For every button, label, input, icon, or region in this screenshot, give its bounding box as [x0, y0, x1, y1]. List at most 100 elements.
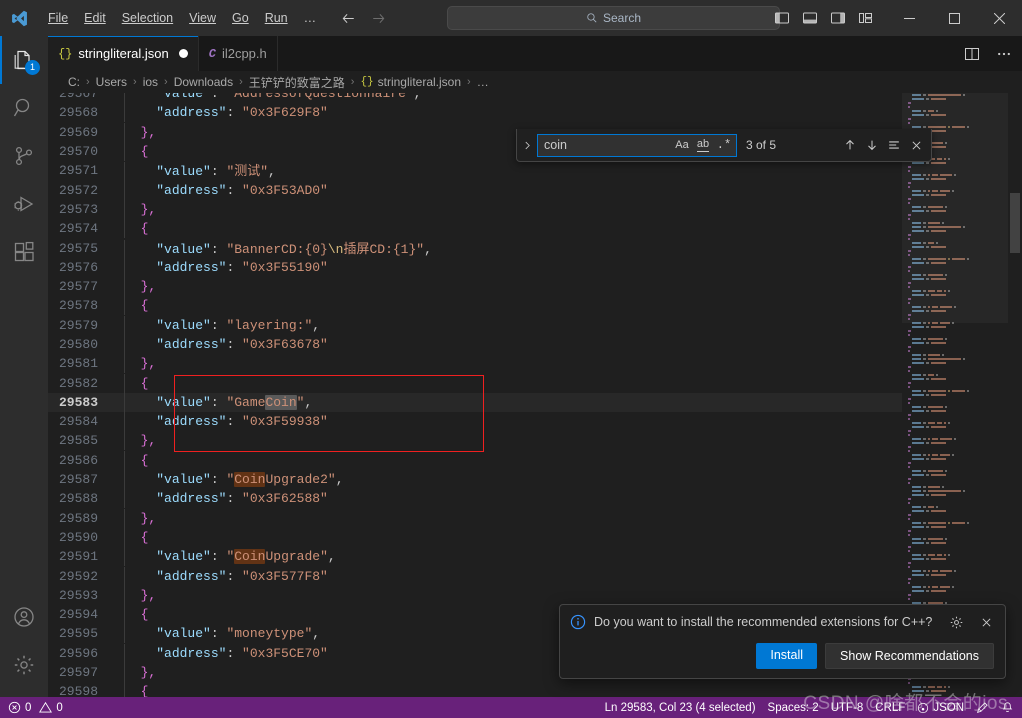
status-language-mode[interactable]: JSON	[911, 697, 970, 718]
next-match-button[interactable]	[862, 135, 882, 155]
code-line[interactable]: 29586 {	[48, 450, 1022, 470]
command-center-search[interactable]: Search	[447, 6, 780, 30]
sidebar-item-source-control[interactable]	[0, 132, 48, 180]
breadcrumb-item-drive[interactable]: C:	[68, 75, 80, 89]
layout-sidebar-left-icon[interactable]	[769, 5, 795, 31]
code-line[interactable]: 29588 "address": "0x3F62588"	[48, 489, 1022, 509]
split-editor-icon[interactable]	[958, 40, 986, 68]
sidebar-item-explorer[interactable]: 1	[0, 36, 48, 84]
indent-guide	[124, 412, 125, 432]
arrow-left-icon[interactable]	[336, 7, 360, 29]
find-input-wrapper[interactable]: coin Aa ab .*	[537, 133, 737, 157]
code-line[interactable]: 29580 "address": "0x3F63678"	[48, 335, 1022, 354]
code-line[interactable]: 29577 },	[48, 277, 1022, 297]
tab-dirty-indicator[interactable]	[178, 49, 188, 58]
status-editor-selection[interactable]: Ln 29583, Col 23 (4 selected)	[599, 697, 762, 718]
code-text: "address": "0x3F5CE70"	[124, 643, 328, 663]
code-line[interactable]: 29593 },	[48, 585, 1022, 605]
layout-customize-icon[interactable]	[853, 5, 879, 31]
code-line[interactable]: 29567 "value": "AddressofQuestionnaire",	[48, 93, 1022, 104]
match-case-option[interactable]: Aa	[672, 136, 692, 155]
status-problems[interactable]: 0 0	[2, 697, 69, 718]
code-line[interactable]: 29585 },	[48, 431, 1022, 451]
gear-icon[interactable]	[945, 611, 967, 633]
menu-view[interactable]: View	[181, 6, 224, 30]
window-close-button[interactable]	[977, 0, 1022, 36]
menu-run[interactable]: Run	[257, 6, 296, 30]
menu-go[interactable]: Go	[224, 6, 257, 30]
code-line[interactable]: 29587 "value": "CoinUpgrade2",	[48, 470, 1022, 490]
layout-panel-icon[interactable]	[797, 5, 823, 31]
show-recommendations-button[interactable]: Show Recommendations	[825, 643, 994, 669]
install-button[interactable]: Install	[756, 643, 818, 669]
code-line[interactable]: 29598 {	[48, 682, 1022, 697]
window-maximize-button[interactable]	[932, 0, 977, 36]
menu-edit[interactable]: Edit	[76, 6, 114, 30]
breadcrumb-item-downloads[interactable]: Downloads	[174, 75, 233, 89]
code-line[interactable]: 29583 "value": "GameCoin",	[48, 392, 1022, 413]
indent-guide	[124, 277, 125, 297]
code-line[interactable]: 29576 "address": "0x3F55190"	[48, 257, 1022, 277]
layout-sidebar-right-icon[interactable]	[825, 5, 851, 31]
gear-icon[interactable]	[0, 641, 48, 689]
use-regex-option[interactable]: .*	[714, 136, 734, 155]
editor-vertical-scrollbar[interactable]	[1008, 93, 1022, 697]
code-token: :	[210, 164, 227, 180]
minimap-segment	[952, 390, 965, 392]
menu-selection[interactable]: Selection	[114, 6, 181, 30]
sidebar-item-search[interactable]	[0, 84, 48, 132]
match-whole-word-option[interactable]: ab	[693, 136, 713, 155]
code-line[interactable]: 29579 "value": "layering:",	[48, 315, 1022, 335]
status-notifications-bell[interactable]	[995, 697, 1020, 718]
code-line[interactable]: 29574 {	[48, 219, 1022, 239]
status-eol[interactable]: CRLF	[869, 697, 911, 718]
breadcrumb-item-symbol[interactable]: …	[477, 75, 489, 89]
code-line[interactable]: 29581 },	[48, 354, 1022, 374]
status-language-tools[interactable]	[970, 697, 995, 718]
code-line[interactable]: 29590 {	[48, 527, 1022, 547]
code-line[interactable]: 29571 "value": "测试",	[48, 161, 1022, 182]
minimap-segment	[912, 410, 925, 412]
code-line[interactable]: 29582 {	[48, 373, 1022, 393]
indent-guide	[124, 162, 125, 182]
code-line[interactable]: 29592 "address": "0x3F577F8"	[48, 566, 1022, 586]
scrollbar-thumb[interactable]	[1010, 193, 1020, 253]
sidebar-item-extensions[interactable]	[0, 228, 48, 276]
previous-match-button[interactable]	[840, 135, 860, 155]
code-line[interactable]: 29568 "address": "0x3F629F8"	[48, 103, 1022, 123]
status-indentation[interactable]: Spaces: 2	[762, 697, 825, 718]
tab-stringliteral-json[interactable]: {} stringliteral.json	[48, 36, 199, 71]
breadcrumb-item-file[interactable]: stringliteral.json	[378, 75, 461, 89]
code-line[interactable]: 29572 "address": "0x3F53AD0"	[48, 180, 1022, 200]
ellipsis-icon[interactable]	[990, 40, 1018, 68]
find-input[interactable]: coin	[544, 138, 672, 152]
code-line[interactable]: 29578 {	[48, 296, 1022, 316]
minimap-segment	[908, 550, 910, 552]
minimap-segment	[928, 438, 931, 440]
close-find-button[interactable]	[906, 135, 926, 155]
sidebar-item-run-debug[interactable]	[0, 180, 48, 228]
find-in-selection-button[interactable]	[884, 135, 904, 155]
chevron-right-icon[interactable]	[517, 129, 537, 162]
code-line[interactable]: 29589 },	[48, 508, 1022, 528]
breadcrumb-item-ios[interactable]: ios	[143, 75, 158, 89]
minimap-segment	[928, 490, 961, 492]
tab-il2cpp-h[interactable]: C il2cpp.h	[198, 36, 278, 71]
menu-more[interactable]: …	[296, 6, 325, 30]
code-line[interactable]: 29591 "value": "CoinUpgrade",	[48, 547, 1022, 567]
line-number: 29584	[58, 414, 98, 430]
breadcrumb-item-users[interactable]: Users	[96, 75, 127, 89]
window-minimize-button[interactable]	[887, 0, 932, 36]
code-line[interactable]: 29573 },	[48, 199, 1022, 219]
breadcrumb-item-folder[interactable]: 王铲铲的致富之路	[249, 74, 345, 91]
account-icon[interactable]	[0, 593, 48, 641]
close-icon[interactable]	[975, 611, 997, 633]
code-token: "0x3F55190"	[242, 259, 328, 275]
minimap-slider[interactable]	[902, 93, 1008, 323]
status-encoding[interactable]: UTF-8	[825, 697, 870, 718]
minimap-segment	[939, 586, 951, 588]
arrow-right-icon[interactable]	[366, 7, 390, 29]
code-line[interactable]: 29584 "address": "0x3F59938"	[48, 412, 1022, 432]
code-line[interactable]: 29575 "value": "BannerCD:{0}\n插屏CD:{1}",	[48, 238, 1022, 259]
menu-file[interactable]: File	[40, 6, 76, 30]
